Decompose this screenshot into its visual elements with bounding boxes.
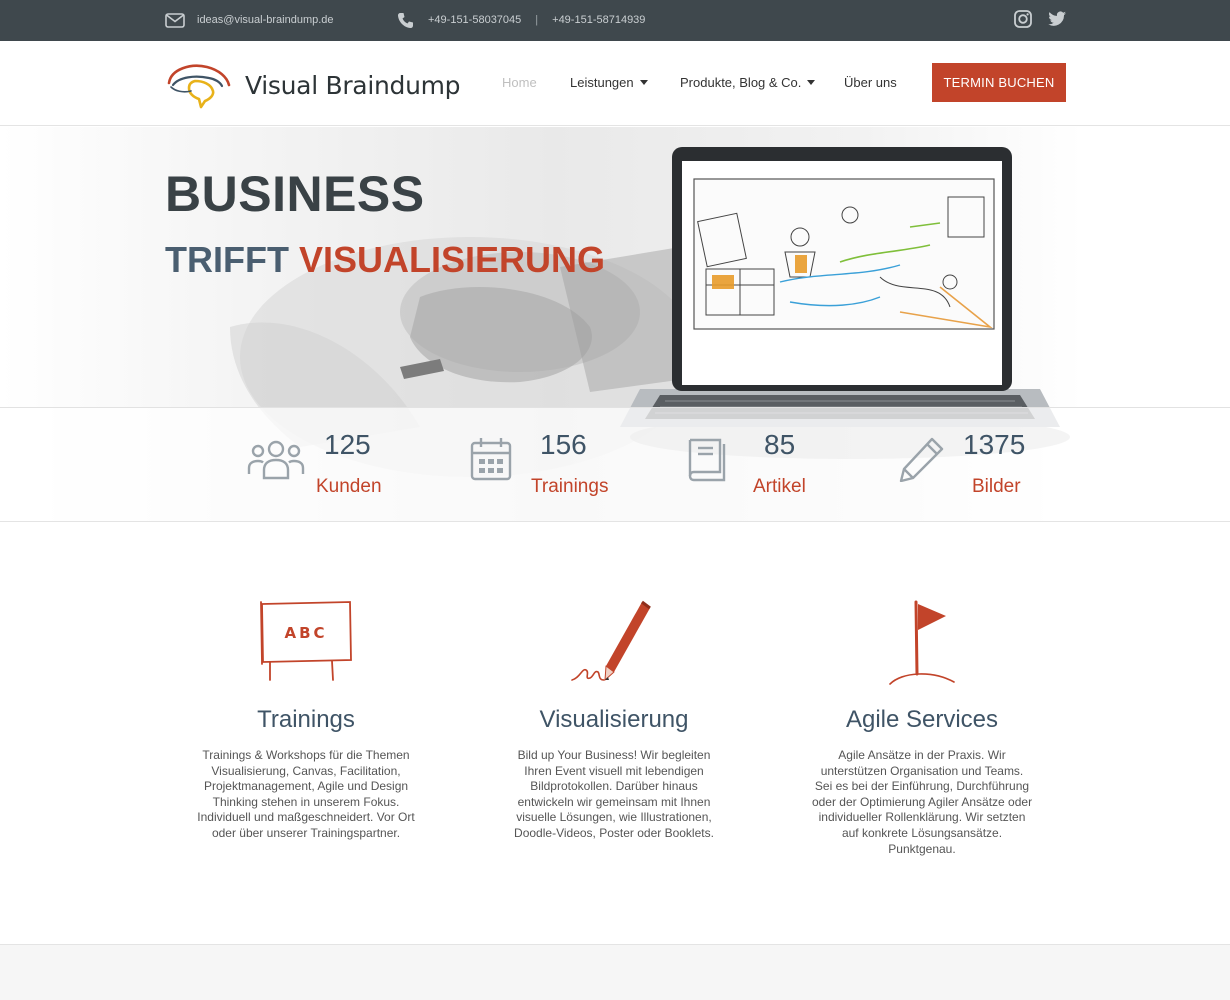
hero-title: BUSINESS: [165, 166, 425, 222]
people-icon: [247, 440, 305, 480]
nav-home[interactable]: Home: [502, 75, 537, 90]
stat-value: 156: [540, 429, 587, 460]
stats-bar: 125 Kunden 156 Trainings 85 Artikel 1375…: [0, 407, 1230, 521]
service-description: Agile Ansätze in der Praxis. Wir unterst…: [811, 748, 1033, 856]
hero-subtitle-part1: TRIFFT: [165, 239, 289, 280]
top-bar: ideas@visual-braindump.de +49-151-580370…: [0, 0, 1230, 41]
book-icon: [688, 438, 726, 482]
hero-subtitle-part2: VISUALISIERUNG: [298, 239, 606, 280]
chevron-down-icon: [807, 80, 816, 85]
site-header: Visual Braindump Home Leistungen Produkt…: [0, 41, 1230, 126]
service-visualisierung: Visualisierung Bild up Your Business! Wi…: [484, 598, 744, 842]
nav-leistungen[interactable]: Leistungen: [570, 75, 648, 90]
stat-value: 1375: [963, 429, 1026, 460]
nav-ueber-uns[interactable]: Über uns: [844, 75, 897, 90]
phone-icon: [398, 12, 413, 28]
service-title: Agile Services: [845, 706, 999, 733]
phone-links: +49-151-58037045 | +49-151-58714939: [397, 10, 645, 30]
footer-band: [0, 944, 1230, 1000]
service-title: Visualisierung: [539, 706, 689, 733]
instagram-icon[interactable]: [1013, 9, 1033, 29]
abc-board-icon: ABC: [260, 601, 352, 681]
phone-1-link[interactable]: +49-151-58037045: [428, 14, 521, 26]
phone-separator: |: [535, 14, 539, 26]
stat-value: 125: [324, 429, 371, 460]
phone-2-link[interactable]: +49-151-58714939: [552, 14, 645, 26]
nav-ueber-uns-label: Über uns: [844, 75, 897, 90]
social-links: [1013, 9, 1067, 29]
service-description: Bild up Your Business! Wir begleiten Ihr…: [514, 748, 714, 840]
drawing-pencil-icon: [571, 600, 651, 681]
svg-text:ABC: ABC: [284, 624, 327, 642]
hero-section: BUSINESS TRIFFT VISUALISIERUNG 125 Kunde…: [0, 127, 1230, 521]
nav-produkte[interactable]: Produkte, Blog & Co.: [680, 75, 816, 90]
stat-label: Trainings: [531, 476, 609, 497]
stat-label: Kunden: [316, 476, 382, 497]
email-text: ideas@visual-braindump.de: [197, 14, 334, 26]
stat-label: Bilder: [972, 476, 1021, 497]
logo-text: Visual Braindump: [245, 70, 461, 100]
service-agile: Agile Services Agile Ansätze in der Prax…: [792, 598, 1052, 857]
flag-icon: [889, 600, 955, 685]
mail-icon: [165, 12, 185, 28]
pencil-icon: [899, 437, 944, 482]
stat-label: Artikel: [753, 476, 806, 497]
hero-subtitle: TRIFFT VISUALISIERUNG: [165, 239, 605, 281]
email-link[interactable]: ideas@visual-braindump.de: [165, 10, 334, 30]
logo-icon: [167, 64, 231, 109]
service-description: Trainings & Workshops für die Themen Vis…: [197, 748, 415, 840]
book-appointment-button[interactable]: TERMIN BUCHEN: [932, 63, 1066, 102]
service-title: Trainings: [257, 706, 355, 733]
chevron-down-icon: [639, 80, 648, 85]
logo[interactable]: Visual Braindump: [165, 61, 461, 109]
twitter-icon[interactable]: [1047, 9, 1067, 29]
nav-produkte-label: Produkte, Blog & Co.: [680, 75, 802, 90]
nav-leistungen-label: Leistungen: [570, 75, 634, 90]
nav-home-label: Home: [502, 75, 537, 90]
service-trainings: ABC Trainings Trainings & Workshops für …: [176, 598, 436, 842]
stat-value: 85: [764, 429, 796, 460]
section-divider: [0, 521, 1230, 522]
calendar-icon: [470, 438, 512, 481]
